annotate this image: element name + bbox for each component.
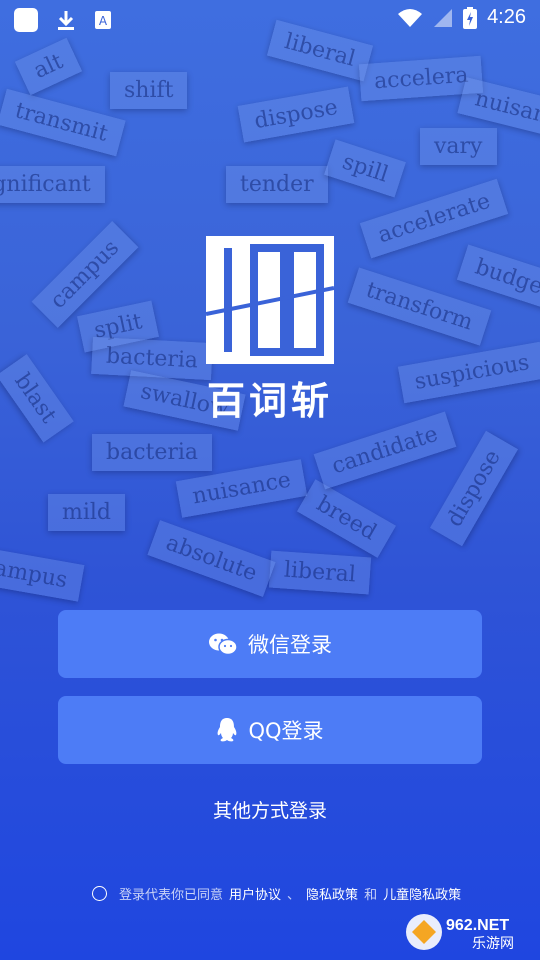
agreement-prefix: 登录代表你已同意 xyxy=(119,888,224,903)
word-card: breed xyxy=(296,479,396,558)
word-card: spill xyxy=(324,139,407,198)
word-card: significant xyxy=(0,166,105,203)
child-privacy-policy-link[interactable]: 儿童隐私政策 xyxy=(383,884,461,903)
watermark-bottom: 乐游网 xyxy=(472,936,514,952)
wechat-icon xyxy=(209,633,238,656)
word-card: liberal xyxy=(268,550,372,595)
word-card: bacteria xyxy=(92,434,213,471)
qq-icon xyxy=(218,718,237,742)
wechat-login-button[interactable]: 微信登录 xyxy=(58,610,482,678)
wechat-login-label: 微信登录 xyxy=(248,633,332,657)
word-card: liberal xyxy=(266,19,373,82)
word-card: alt xyxy=(14,37,83,96)
qq-login-label: QQ登录 xyxy=(248,719,324,743)
word-card: ampus xyxy=(0,547,84,602)
app-logo-icon xyxy=(206,236,334,364)
qq-login-button[interactable]: QQ登录 xyxy=(58,696,482,764)
agreement-separator: 、 xyxy=(287,888,301,903)
agreement-row: 登录代表你已同意 用户协议 、 隐私政策 和 儿童隐私政策 xyxy=(92,884,461,903)
app-name: 百词斩 xyxy=(206,379,333,423)
watermark-top: 962.NET xyxy=(446,917,509,934)
privacy-policy-link[interactable]: 隐私政策 xyxy=(306,884,358,903)
word-card: dispose xyxy=(237,86,355,143)
word-card: tender xyxy=(226,166,328,203)
site-watermark: 962.NET 乐游网 xyxy=(406,914,514,952)
other-login-link[interactable]: 其他方式登录 xyxy=(0,796,540,823)
word-card: absolute xyxy=(147,520,276,597)
agreement-and: 和 xyxy=(364,888,378,903)
word-card: vary xyxy=(420,128,497,165)
user-agreement-link[interactable]: 用户协议 xyxy=(229,884,281,903)
agreement-radio[interactable] xyxy=(92,886,107,901)
word-card: transmit xyxy=(0,88,126,157)
word-card: shift xyxy=(110,72,188,109)
word-card: mild xyxy=(48,494,126,531)
